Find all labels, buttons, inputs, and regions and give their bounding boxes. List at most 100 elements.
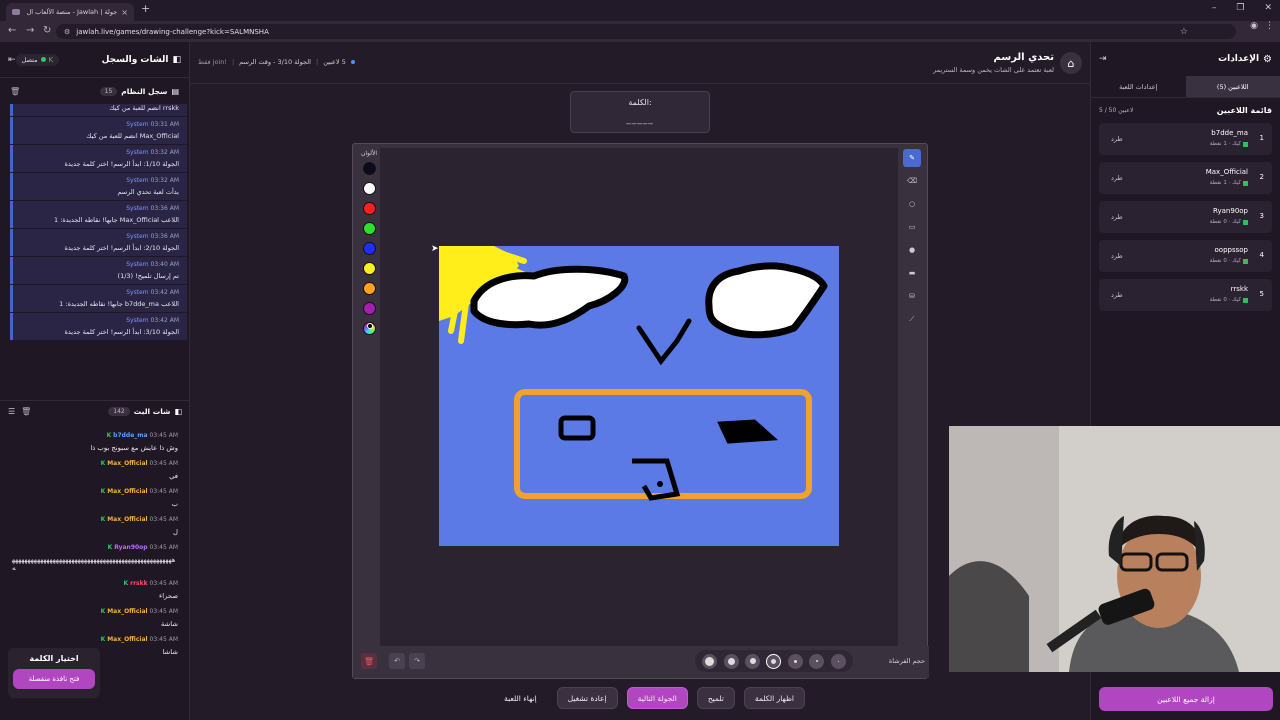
custom-color-swatch[interactable]: [362, 322, 376, 335]
menu-icon[interactable]: ⋮: [1265, 21, 1274, 31]
system-log-header: 🗑 15 سجل النظام ▤: [0, 78, 189, 104]
chat-username[interactable]: rrskk: [130, 580, 147, 587]
rectangle-fill-icon[interactable]: ▬: [903, 264, 921, 282]
new-tab-icon[interactable]: +: [141, 2, 150, 15]
player-name: Max_Official: [1205, 168, 1248, 176]
kick-player-button[interactable]: طرد: [1111, 252, 1123, 260]
brush-size-xxs[interactable]: [830, 653, 846, 669]
chat-username[interactable]: Max_Official: [107, 636, 147, 643]
profile-icon[interactable]: ◉: [1250, 21, 1258, 31]
filter-icon[interactable]: ☰: [8, 407, 15, 416]
brush-size-xl[interactable]: [702, 653, 718, 669]
chat-username[interactable]: b7dde_ma: [113, 432, 147, 439]
player-name: rrskk: [1230, 285, 1248, 293]
fill-bucket-icon[interactable]: ⛁: [903, 287, 921, 305]
chat-username[interactable]: Max_Official: [107, 516, 147, 523]
system-log-text: الجولة 1/10: ابدأ الرسم! اختر كلمة جديدة: [64, 160, 179, 168]
brush-size-lg[interactable]: [723, 653, 739, 669]
minimize-icon[interactable]: –: [1212, 3, 1217, 13]
system-log-item: System 03:42 AM اللاعب b7dde_ma جابها! ن…: [10, 285, 187, 312]
back-icon[interactable]: ←: [8, 25, 16, 36]
chat-username[interactable]: Max_Official: [107, 608, 147, 615]
chat-username[interactable]: Max_Official: [107, 488, 147, 495]
color-swatch[interactable]: [362, 282, 376, 295]
kick-logo-icon: K: [107, 544, 113, 551]
players-count: 5 / 50 لاعبين: [1099, 107, 1134, 114]
brush-size-selected[interactable]: [766, 653, 782, 669]
eraser-icon[interactable]: ⌫: [903, 172, 921, 190]
player-rank: 1: [1259, 134, 1264, 142]
system-log-text: اللاعب Max_Official جابها! نقاطه الجديدة…: [53, 216, 179, 224]
pencil-icon[interactable]: ✎: [903, 149, 921, 167]
color-swatch[interactable]: [362, 242, 376, 255]
brush-size-md[interactable]: [745, 653, 761, 669]
chat-username[interactable]: Ryan90op: [114, 544, 147, 551]
reload-icon[interactable]: ↻: [43, 25, 51, 36]
brush-size-sm[interactable]: [787, 653, 803, 669]
kick-logo-icon: K: [100, 488, 106, 495]
color-swatch[interactable]: [362, 162, 376, 175]
webcam-overlay: [949, 426, 1280, 672]
circle-outline-icon[interactable]: ○: [903, 195, 921, 213]
home-icon[interactable]: ⌂: [1060, 52, 1082, 74]
url-field[interactable]: ⚙ jawlah.live/games/drawing-challenge?ki…: [56, 24, 1236, 39]
color-swatch[interactable]: [362, 262, 376, 275]
canvas-area[interactable]: ➤: [380, 148, 898, 646]
kick-player-button[interactable]: طرد: [1111, 135, 1123, 143]
bookmark-star-icon[interactable]: ☆: [1180, 27, 1188, 37]
system-sender: System: [126, 289, 149, 296]
restart-button[interactable]: إعادة تشغيل: [556, 687, 618, 709]
end-game-button[interactable]: إنهاء اللعبة: [493, 687, 548, 709]
tab-game-settings[interactable]: إعدادات اللعبة: [1091, 76, 1186, 97]
maximize-icon[interactable]: ❐: [1236, 3, 1244, 13]
remove-all-players-button[interactable]: إزالة جميع اللاعبين: [1099, 687, 1273, 711]
circle-fill-icon[interactable]: ●: [903, 241, 921, 259]
clear-canvas-button[interactable]: 🗑: [361, 653, 377, 669]
chat-meta: K Max_Official 03:45 AM: [12, 516, 178, 523]
undo-icon[interactable]: ↶: [389, 653, 405, 669]
player-row: 3 Ryan90op كيك · 0 نقطة طرد: [1099, 201, 1272, 233]
hint-button[interactable]: تلميح: [696, 687, 735, 709]
kick-logo-icon: K: [100, 460, 106, 467]
system-time: 03:42 AM: [150, 289, 179, 296]
system-log-list[interactable]: rrskk انضم للعبة من كيك System 03:31 AM …: [10, 104, 187, 390]
site-info-icon[interactable]: ⚙: [64, 28, 70, 36]
forward-icon[interactable]: →: [26, 25, 34, 36]
close-window-icon[interactable]: ✕: [1264, 3, 1272, 13]
kick-player-button[interactable]: طرد: [1111, 174, 1123, 182]
chat-username[interactable]: Max_Official: [107, 460, 147, 467]
trash-icon[interactable]: 🗑: [10, 87, 20, 96]
open-popup-button[interactable]: فتح نافذة منفصلة: [13, 669, 95, 689]
chat-message: K b7dde_ma 03:45 AM وش ذا عايش مع سبونج ب…: [0, 430, 190, 458]
system-log-item: System 03:36 AM اللاعب Max_Official جابه…: [10, 201, 187, 228]
next-round-button[interactable]: الجولة التالية: [626, 687, 688, 709]
player-score-text: كيك · 0 نقطة: [1209, 258, 1241, 264]
drawing-canvas[interactable]: [439, 246, 839, 546]
browser-tab[interactable]: جولة | Jawlah - منصة الألعاب ال ×: [6, 3, 134, 21]
kick-player-button[interactable]: طرد: [1111, 213, 1123, 221]
color-swatch[interactable]: [362, 202, 376, 215]
kick-player-button[interactable]: طرد: [1111, 291, 1123, 299]
collapse-panel-icon[interactable]: ⇥: [1099, 54, 1107, 64]
color-swatch[interactable]: [362, 302, 376, 315]
player-row: 4 ooppssop كيك · 0 نقطة طرد: [1099, 240, 1272, 272]
close-icon[interactable]: ×: [121, 8, 128, 17]
redo-icon[interactable]: ↷: [409, 653, 425, 669]
system-log-text: الجولة 3/10: ابدأ الرسم! اختر كلمة جديدة: [64, 328, 179, 336]
chat-meta: K Max_Official 03:45 AM: [12, 488, 178, 495]
chat-bubble-icon: ◧: [172, 54, 181, 65]
show-word-button[interactable]: اظهار الكلمة: [743, 687, 805, 709]
color-swatch[interactable]: [362, 182, 376, 195]
trash-icon[interactable]: 🗑: [21, 407, 31, 416]
tab-players[interactable]: اللاعبين (5): [1185, 76, 1280, 97]
brush-size-xs[interactable]: [809, 653, 825, 669]
rectangle-outline-icon[interactable]: ▭: [903, 218, 921, 236]
kick-logo-icon: [1243, 180, 1248, 186]
system-time: 03:36 AM: [150, 205, 179, 212]
chat-time: 03:45 AM: [149, 636, 178, 643]
dot-drawing: [657, 481, 663, 487]
color-swatch[interactable]: [362, 222, 376, 235]
collapse-panel-icon[interactable]: ⇤: [8, 55, 16, 65]
line-icon[interactable]: ⟋: [903, 310, 921, 328]
game-header: ⌂ تحدي الرسم لعبة تعتمد على الشات يخمن و…: [190, 42, 1090, 84]
